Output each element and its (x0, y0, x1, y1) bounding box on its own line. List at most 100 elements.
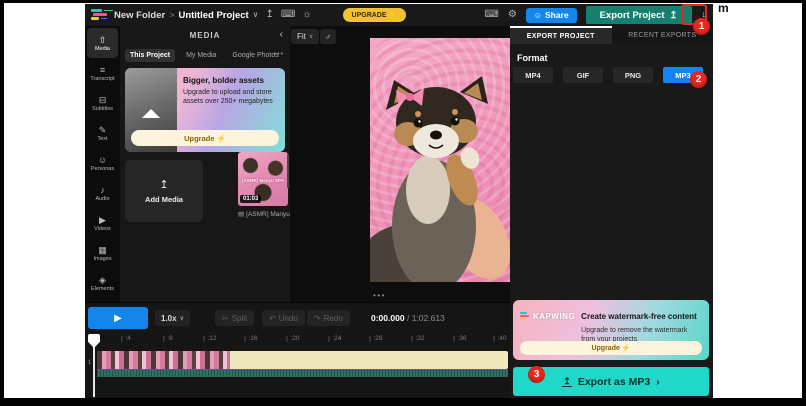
kapwing-wordmark: KAPWING (533, 312, 576, 321)
preview-area: Fit ∨ ♂ (290, 26, 510, 302)
split-button[interactable]: ✂ Split (215, 310, 255, 326)
tab-this-project[interactable]: This Project (125, 49, 176, 62)
sidebar-item-audio[interactable]: ♪ Audio (87, 178, 118, 208)
promo-upgrade-button[interactable]: Upgrade ⚡ (131, 130, 279, 146)
video-asset-title: [ASMR] Manyu's I... (246, 210, 290, 218)
gear-icon[interactable]: ⚙ (508, 10, 517, 20)
export-panel-tabs: EXPORT PROJECT RECENT EXPORTS (510, 26, 713, 44)
fit-dropdown[interactable]: Fit ∨ (291, 29, 320, 44)
panel-resize-handle[interactable]: ••• (373, 291, 386, 300)
media-icon: ⇧ (98, 34, 107, 45)
kapwing-editor-window: New Folder > Untitled Project ∨ ↥ ⌨ ☼ UP… (85, 4, 713, 398)
breadcrumb-folder[interactable]: New Folder (114, 10, 165, 21)
sidebar-item-label: Text (97, 135, 108, 142)
annotation-step-3: 3 (528, 366, 545, 383)
topbar: New Folder > Untitled Project ∨ ↥ ⌨ ☼ UP… (85, 4, 713, 26)
upgrade-promo-card[interactable]: Bigger, bolder assets Upgrade to upload … (125, 68, 285, 152)
ruler-tick: :12 (203, 335, 217, 342)
keyboard-shortcuts-icon[interactable]: ⌨ (281, 10, 295, 20)
topbar-right-cluster: ⌨ ⚙ ☺ Share Export Project ↥ ↓ (484, 6, 707, 24)
upload-icon[interactable]: ↥ (266, 10, 274, 20)
total-duration: 1:02.613 (411, 313, 445, 323)
playback-speed-dropdown[interactable]: 1.0x ∨ (155, 310, 190, 326)
split-label: Split (231, 313, 248, 323)
sidebar-item-transcript[interactable]: ≡ Transcript (87, 58, 118, 88)
kapwing-bars-icon (520, 312, 530, 321)
upgrade-button[interactable]: UPGRADE ⚡ (342, 8, 407, 22)
time-display: 0:00.000 / 1:02.613 (371, 313, 445, 323)
cropped-page-text: m (718, 1, 729, 15)
subtitles-icon: ⊟ (98, 94, 107, 105)
redo-label: Redo (323, 313, 343, 323)
sidebar-item-videos[interactable]: ▶ Videos (87, 208, 118, 238)
keyboard-icon[interactable]: ⌨ (484, 10, 498, 20)
audio-waveform[interactable] (97, 369, 508, 377)
upload-icon: ↥ (159, 179, 169, 191)
sidebar-item-subtitles[interactable]: ⊟ Subtitles (87, 88, 118, 118)
ruler-tick: :20 (286, 335, 300, 342)
speed-label: 1.0x (161, 313, 177, 323)
sidebar-item-label: Subtitles (91, 105, 114, 112)
sidebar-item-label: Personas (90, 165, 115, 172)
play-button[interactable]: ▶ (88, 307, 148, 329)
breadcrumb-project-title[interactable]: Untitled Project (178, 10, 248, 21)
format-label: Format (517, 53, 548, 63)
video-clip[interactable] (97, 351, 508, 369)
video-canvas[interactable] (370, 38, 510, 282)
kapwing-logo-icon[interactable] (91, 9, 107, 21)
export-panel: EXPORT PROJECT RECENT EXPORTS Format MP4… (510, 26, 713, 398)
collapse-panel-icon[interactable]: ‹ (280, 29, 283, 40)
media-panel-title: MEDIA (189, 31, 221, 40)
sidebar-item-label: Elements (91, 285, 114, 292)
share-button[interactable]: ☺ Share (525, 7, 577, 23)
redo-icon: ↷ (314, 313, 321, 323)
promo-title: Bigger, bolder assets (183, 76, 264, 85)
sidebar-item-text[interactable]: ✎ Text (87, 118, 118, 148)
export-project-button[interactable]: Export Project ↥ (585, 6, 692, 24)
tab-my-media[interactable]: My Media (181, 49, 221, 62)
sidebar-item-label: Media (95, 45, 110, 52)
media-panel: MEDIA ‹ This Project My Media Google Pho… (120, 26, 290, 302)
shapes-icon: ◈ (99, 274, 106, 285)
lightbulb-icon[interactable]: ☼ (302, 10, 311, 20)
chevron-down-icon[interactable]: ∨ (253, 10, 259, 20)
timeline-ruler[interactable]: :4 :8 :12 :16 :20 :24 :28 :32 :36 :40 (85, 333, 510, 346)
sidebar-item-images[interactable]: ▦ Images (87, 238, 118, 268)
promo-body: Upgrade to upload and store assets over … (183, 89, 273, 106)
fit-label: Fit (297, 32, 306, 41)
ruler-tick: :4 (120, 335, 131, 342)
sidebar-item-elements[interactable]: ◈ Elements (87, 268, 118, 298)
time-separator: / (406, 313, 410, 323)
kapwing-logo: KAPWING (520, 312, 575, 321)
sidebar-item-media[interactable]: ⇧ Media (87, 28, 118, 58)
ruler-tick: :16 (244, 335, 258, 342)
sidebar-item-label: Audio (95, 195, 110, 202)
format-mp4-button[interactable]: MP4 (513, 67, 553, 83)
left-sidebar: ⇧ Media ≡ Transcript ⊟ Subtitles ✎ Text … (85, 26, 120, 302)
text-icon: ✎ (98, 124, 107, 135)
undo-button[interactable]: ↶ Undo (262, 310, 305, 326)
sidebar-item-personas[interactable]: ☺ Personas (87, 148, 118, 178)
export-project-label: Export Project (599, 9, 665, 21)
redo-button[interactable]: ↷ Redo (307, 310, 350, 326)
add-media-button[interactable]: ↥ Add Media (125, 160, 203, 222)
tab-export-project[interactable]: EXPORT PROJECT (510, 26, 612, 44)
ruler-tick: :32 (411, 335, 425, 342)
watermark-upgrade-button[interactable]: Upgrade ⚡ (520, 341, 702, 355)
format-gif-button[interactable]: GIF (563, 67, 603, 83)
clip-thumbnails (97, 351, 230, 369)
watermark-promo-text: Create watermark-free content Upgrade to… (581, 306, 702, 344)
watermark-promo-card[interactable]: KAPWING Create watermark-free content Up… (513, 300, 709, 360)
magic-tool-icon: ♂ (324, 31, 332, 42)
more-options-icon[interactable]: ••• (274, 51, 284, 58)
media-tabs: This Project My Media Google Photos (125, 49, 284, 62)
watermark-promo-top: KAPWING Create watermark-free content Up… (513, 306, 709, 344)
format-png-button[interactable]: PNG (613, 67, 653, 83)
annotation-step-1: 1 (693, 18, 710, 35)
upload-arrow-icon (142, 92, 160, 118)
video-asset-caption: ▤ [ASMR] Manyu's I... (238, 210, 290, 219)
transcript-icon: ≡ (99, 64, 106, 75)
video-asset-thumbnail[interactable]: [ASMR] Manyu SPA 01:03 (238, 152, 288, 206)
magic-tool-button[interactable]: ♂ (320, 29, 336, 44)
panel-scrollbar[interactable] (287, 154, 289, 188)
